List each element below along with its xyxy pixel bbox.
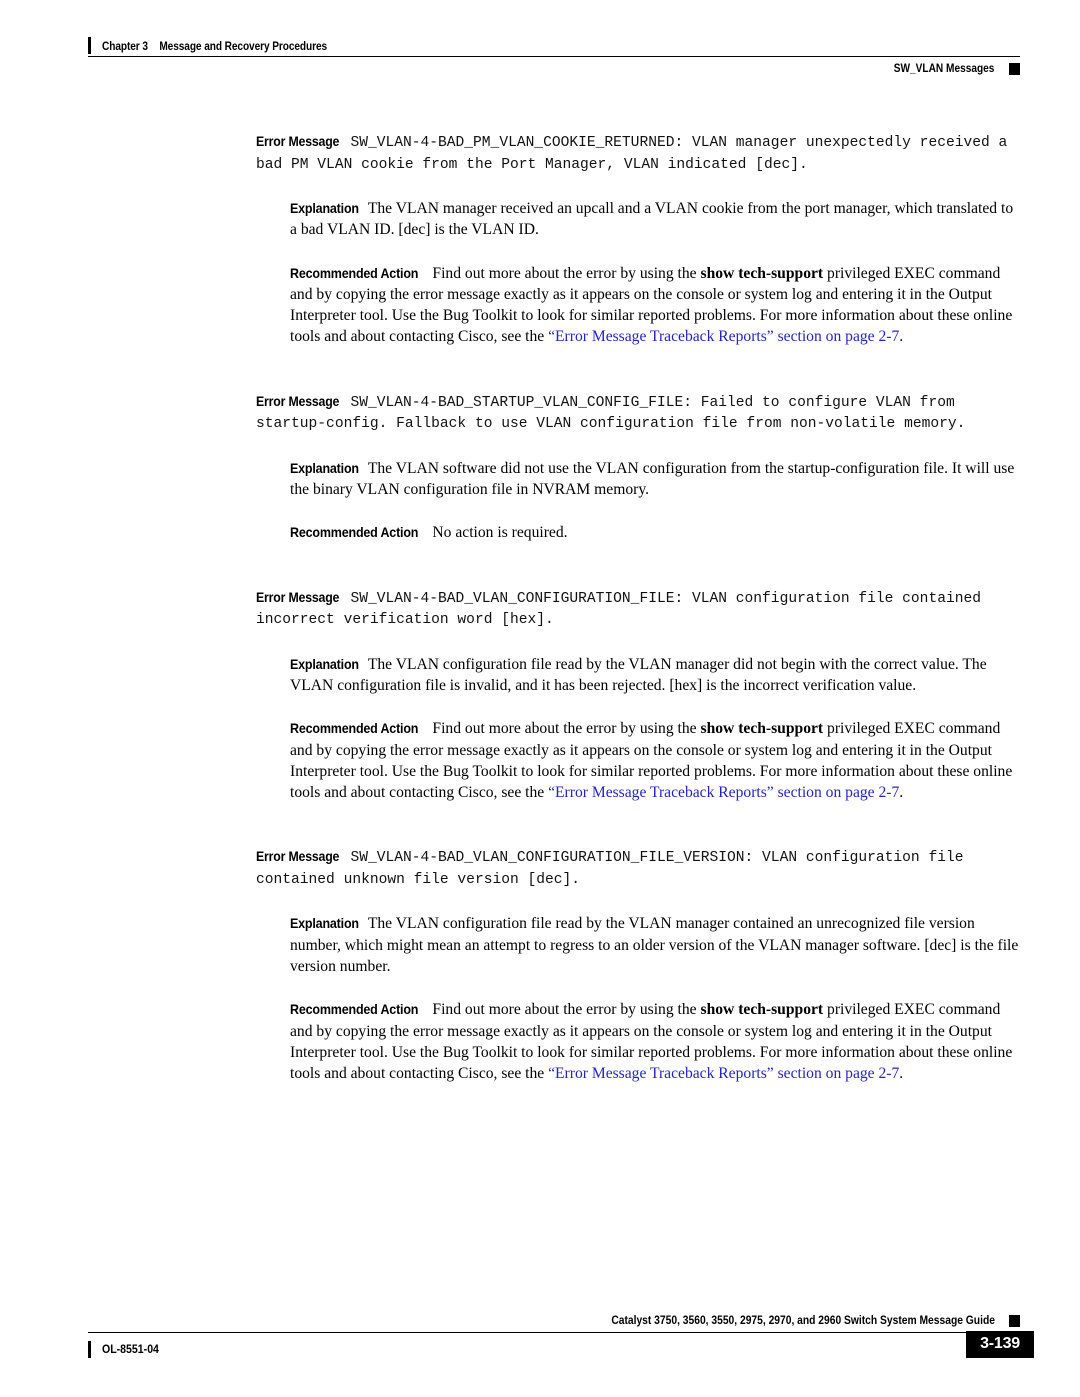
explanation-label: Explanation xyxy=(290,201,359,216)
message-block: Error Message SW_VLAN-4-BAD_VLAN_CONFIGUR… xyxy=(256,587,1020,804)
action-command: show tech-support xyxy=(700,720,824,738)
header-square-marker-icon xyxy=(1009,63,1020,75)
cross-reference-link[interactable]: “Error Message Traceback Reports” sectio… xyxy=(548,784,899,801)
cross-reference-link[interactable]: “Error Message Traceback Reports” sectio… xyxy=(548,1065,899,1082)
error-message-text: SW_VLAN-4-BAD_VLAN_CONFIGURATION_FILE_VE… xyxy=(256,850,964,888)
action-text-post: . xyxy=(899,328,904,346)
explanation-text: The VLAN configuration file read by the … xyxy=(290,655,987,694)
error-message-line: Error Message SW_VLAN-4-BAD_VLAN_CONFIGUR… xyxy=(256,846,1020,891)
action-text-pre: Find out more about the error by using t… xyxy=(432,720,701,738)
cross-reference-link[interactable]: “Error Message Traceback Reports” sectio… xyxy=(548,328,899,345)
header-rule xyxy=(88,56,1020,57)
recommended-action-label: Recommended Action xyxy=(290,525,419,541)
explanation-text: The VLAN configuration file read by the … xyxy=(290,915,1019,976)
header-chapter-number: Chapter 3 xyxy=(102,41,148,53)
recommended-action-paragraph: Recommended Action Find out more about th… xyxy=(256,718,1020,803)
explanation-label: Explanation xyxy=(290,916,359,932)
explanation-paragraph: Explanation The VLAN configuration file r… xyxy=(256,913,1020,977)
action-command: show tech-support xyxy=(700,264,824,282)
page-footer: Catalyst 3750, 3560, 3550, 2975, 2970, a… xyxy=(88,1312,1034,1360)
explanation-text: The VLAN software did not use the VLAN c… xyxy=(290,459,1015,499)
action-text-pre: Find out more about the error by using t… xyxy=(432,1001,701,1019)
header-section-title: SW_VLAN Messages xyxy=(893,63,994,75)
error-message-text: SW_VLAN-4-BAD_VLAN_CONFIGURATION_FILE: V… xyxy=(256,590,981,629)
footer-bottom-row: OL-8551-04 3-139 xyxy=(88,1331,1034,1360)
action-text-post: . xyxy=(899,784,904,802)
explanation-text: The VLAN manager received an upcall and … xyxy=(290,200,1014,239)
action-text-pre: Find out more about the error by using t… xyxy=(432,264,701,282)
error-message-text: SW_VLAN-4-BAD_STARTUP_VLAN_CONFIG_FILE: … xyxy=(256,394,966,433)
message-block: Error Message SW_VLAN-4-BAD_VLAN_CONFIGUR… xyxy=(256,846,1020,1084)
message-block: Error Message SW_VLAN-4-BAD_STARTUP_VLAN_… xyxy=(256,391,1020,544)
error-message-label: Error Message xyxy=(256,589,340,605)
explanation-label: Explanation xyxy=(290,460,359,476)
error-message-line: Error Message SW_VLAN-4-BAD_PM_VLAN_COOKI… xyxy=(256,131,1020,176)
recommended-action-paragraph: Recommended Action Find out more about th… xyxy=(256,999,1020,1084)
action-text-pre: No action is required. xyxy=(432,524,568,542)
page-header: Chapter 3 Message and Recovery Procedures… xyxy=(88,32,1020,80)
footer-square-marker-icon xyxy=(1009,1314,1020,1327)
explanation-label: Explanation xyxy=(290,656,359,672)
action-command: show tech-support xyxy=(700,1001,824,1019)
recommended-action-label: Recommended Action xyxy=(290,265,419,281)
error-message-text: SW_VLAN-4-BAD_PM_VLAN_COOKIE_RETURNED: V… xyxy=(256,135,1008,173)
recommended-action-paragraph: Recommended Action No action is required. xyxy=(256,522,1020,543)
footer-top-row: Catalyst 3750, 3560, 3550, 2975, 2970, a… xyxy=(88,1312,1020,1329)
header-bottom-row: SW_VLAN Messages xyxy=(88,61,1020,77)
header-top-row: Chapter 3 Message and Recovery Procedures xyxy=(88,32,1020,54)
error-message-label: Error Message xyxy=(256,134,340,149)
message-block: Error Message SW_VLAN-4-BAD_PM_VLAN_COOKI… xyxy=(256,131,1020,348)
page-number-badge: 3-139 xyxy=(966,1331,1034,1358)
page-content: Error Message SW_VLAN-4-BAD_PM_VLAN_COOKI… xyxy=(256,131,1020,1085)
recommended-action-paragraph: Recommended Action Find out more about th… xyxy=(256,263,1020,348)
footer-edge-tick-icon xyxy=(88,1340,91,1358)
footer-document-id: OL-8551-04 xyxy=(102,1342,159,1356)
error-message-line: Error Message SW_VLAN-4-BAD_VLAN_CONFIGUR… xyxy=(256,587,1020,632)
header-edge-tick-icon xyxy=(88,37,91,54)
explanation-paragraph: Explanation The VLAN configuration file r… xyxy=(256,654,1020,697)
error-message-label: Error Message xyxy=(256,393,340,409)
error-message-line: Error Message SW_VLAN-4-BAD_STARTUP_VLAN_… xyxy=(256,391,1020,436)
footer-rule xyxy=(88,1332,1020,1333)
header-chapter-title: Message and Recovery Procedures xyxy=(159,41,328,53)
explanation-paragraph: Explanation The VLAN software did not use… xyxy=(256,458,1020,501)
recommended-action-label: Recommended Action xyxy=(290,1002,419,1018)
footer-document-title: Catalyst 3750, 3560, 3550, 2975, 2970, a… xyxy=(611,1314,995,1327)
header-chapter-text: Chapter 3 Message and Recovery Procedures xyxy=(102,41,327,54)
explanation-paragraph: Explanation The VLAN manager received an … xyxy=(256,198,1020,241)
action-text-post: . xyxy=(899,1065,904,1083)
recommended-action-label: Recommended Action xyxy=(290,721,419,737)
error-message-label: Error Message xyxy=(256,849,340,865)
